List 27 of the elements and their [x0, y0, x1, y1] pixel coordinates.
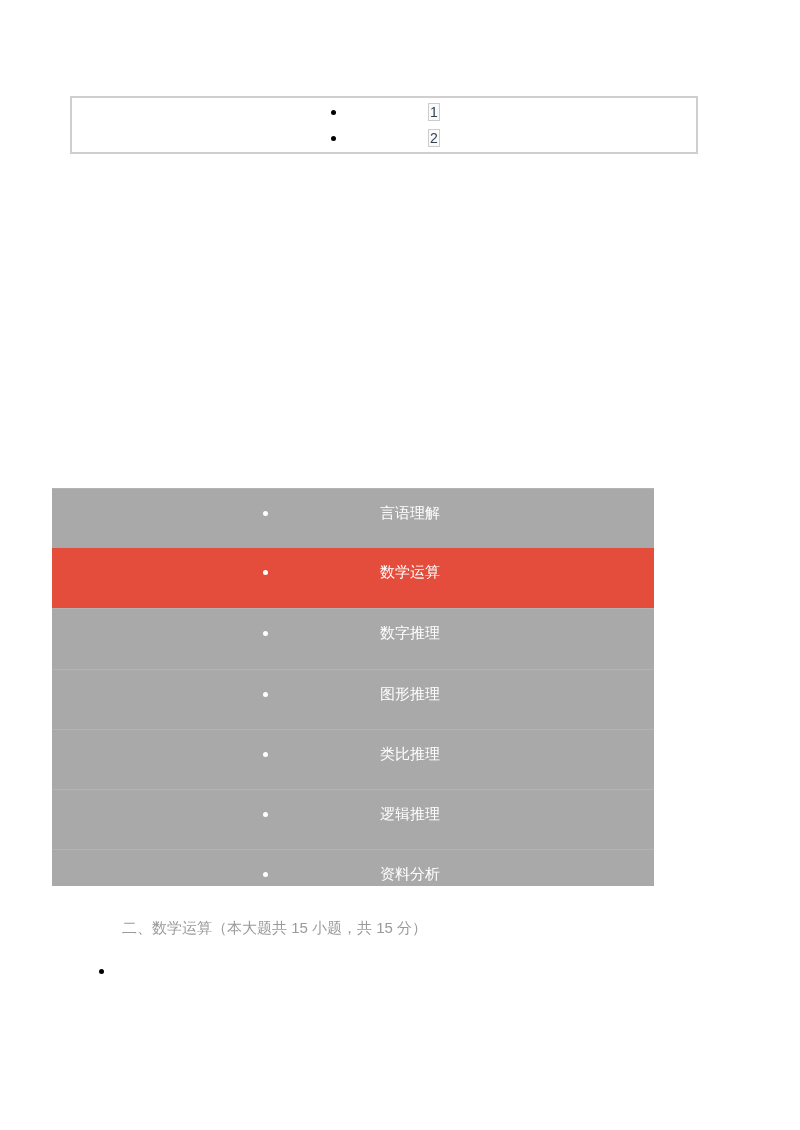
- bullet-icon: [263, 511, 268, 516]
- category-label: 图形推理: [380, 683, 440, 704]
- category-label: 类比推理: [380, 743, 440, 764]
- category-tab[interactable]: 言语理解: [52, 488, 654, 549]
- category-label: 数字推理: [380, 623, 440, 644]
- page-link[interactable]: 2: [428, 129, 440, 147]
- category-label: 逻辑推理: [380, 803, 440, 824]
- section-heading: 二、数学运算（本大题共 15 小题，共 15 分）: [122, 919, 428, 936]
- category-tab[interactable]: 图形推理: [52, 668, 654, 729]
- category-label: 言语理解: [380, 503, 440, 523]
- bullet-icon: [263, 691, 268, 697]
- bullet-icon: [331, 135, 336, 141]
- category-label: 资料分析: [380, 864, 440, 885]
- category-tab[interactable]: 数字推理: [52, 608, 654, 669]
- bullet-icon: [263, 631, 268, 637]
- bullet-icon: [99, 969, 104, 974]
- bullet-icon: [263, 872, 268, 878]
- bullet-icon: [263, 751, 268, 757]
- bullet-icon: [331, 109, 336, 115]
- category-tab[interactable]: 资料分析: [52, 849, 654, 886]
- bullet-icon: [263, 570, 268, 576]
- category-tab[interactable]: 类比推理: [52, 728, 654, 789]
- page-link[interactable]: 1: [428, 103, 440, 121]
- category-label: 数学运算: [380, 562, 440, 583]
- bullet-icon: [263, 811, 268, 817]
- category-tab[interactable]: 数学运算: [52, 548, 654, 609]
- category-tab[interactable]: 逻辑推理: [52, 788, 654, 850]
